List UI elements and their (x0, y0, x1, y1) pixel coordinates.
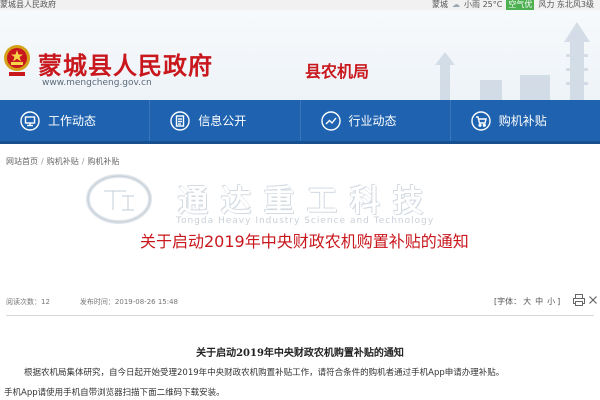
main-nav: 工作动态 信息公开 行业动态 购机补贴 (0, 100, 600, 144)
article-headline: 关于启动2019年中央财政农机购置补贴的通知 (140, 232, 469, 251)
watermark-company-name-en: Tongda Heavy Industry Science and Techno… (176, 216, 435, 226)
breadcrumb-category[interactable]: 购机补贴 (47, 156, 79, 167)
weather-widget: 蒙城 ☁ 小雨 25°C 空气优 风力 东北风3级 (432, 0, 594, 10)
nav-item-label: 购机补贴 (498, 114, 547, 128)
nav-item-purchase-subsidy[interactable]: 购机补贴 (451, 100, 600, 141)
breadcrumb-current[interactable]: 购机补贴 (87, 156, 119, 167)
national-emblem-icon (4, 45, 30, 76)
font-size-close: ] (557, 297, 561, 306)
trend-icon (320, 110, 341, 131)
article-paragraph: 手机App请使用手机自带浏览器扫描下面二维码下载安装。 (4, 388, 225, 398)
pagoda-skyline-graphic (435, 22, 590, 100)
watermark-company-name: 通达重工科技 (178, 184, 436, 219)
cart-icon (471, 110, 491, 131)
cloud-icon: ☁ (452, 0, 461, 9)
article-paragraph: 根据农机局集体研究，自今日起开始受理2019年中央财政农机购置补贴工作，请符合条… (24, 368, 505, 378)
font-size-label: [字体： (494, 297, 522, 306)
air-quality-badge: 空气优 (506, 0, 535, 10)
font-small-link[interactable]: 小 (547, 297, 555, 306)
weather-text: 小雨 25°C (464, 0, 503, 9)
breadcrumb-home[interactable]: 网站首页 (6, 156, 38, 167)
monitor-icon (20, 110, 40, 131)
nav-item-work-news[interactable]: 工作动态 (0, 100, 151, 141)
site-header: 蒙城县人民政府 www.mengcheng.gov.cn 县农机局 (0, 10, 600, 100)
nav-item-info-disclosure[interactable]: 信息公开 (150, 100, 301, 141)
article-meta: 阅读次数：12 发布时间：2019-08-26 15:48 (6, 297, 178, 307)
nav-item-label: 工作动态 (48, 114, 97, 128)
nav-item-label: 行业动态 (348, 114, 397, 128)
font-large-link[interactable]: 大 (523, 297, 531, 306)
watermark-logo-icon (86, 174, 152, 224)
wind-text: 风力 东北风3级 (538, 0, 594, 9)
breadcrumb: 网站首页 / 购机补贴 / 购机补贴 (6, 156, 119, 167)
weather-city: 蒙城 (432, 0, 449, 9)
close-icon[interactable] (588, 293, 598, 307)
department-title: 县农机局 (305, 62, 370, 81)
breadcrumb-separator: / (41, 157, 44, 166)
article-title: 关于启动2019年中央财政农机购置补贴的通知 (196, 348, 404, 359)
site-url: www.mengcheng.gov.cn (42, 78, 152, 88)
print-icon[interactable] (572, 293, 586, 307)
view-count: 阅读次数：12 (6, 298, 50, 306)
site-title[interactable]: 蒙城县人民政府 (38, 46, 213, 81)
document-icon (170, 110, 190, 131)
publish-date: 发布时间：2019-08-26 15:48 (79, 298, 179, 306)
font-size-switcher: [字体：大中小] (494, 296, 560, 307)
divider (6, 315, 594, 316)
nav-item-industry-news[interactable]: 行业动态 (301, 100, 451, 141)
top-site-name: 蒙城县人民政府 (0, 0, 56, 9)
nav-item-label: 信息公开 (198, 114, 247, 128)
breadcrumb-separator: / (81, 157, 85, 166)
font-medium-link[interactable]: 中 (535, 297, 543, 306)
top-strip: 蒙城县人民政府 蒙城 ☁ 小雨 25°C 空气优 风力 东北风3级 (0, 0, 600, 10)
